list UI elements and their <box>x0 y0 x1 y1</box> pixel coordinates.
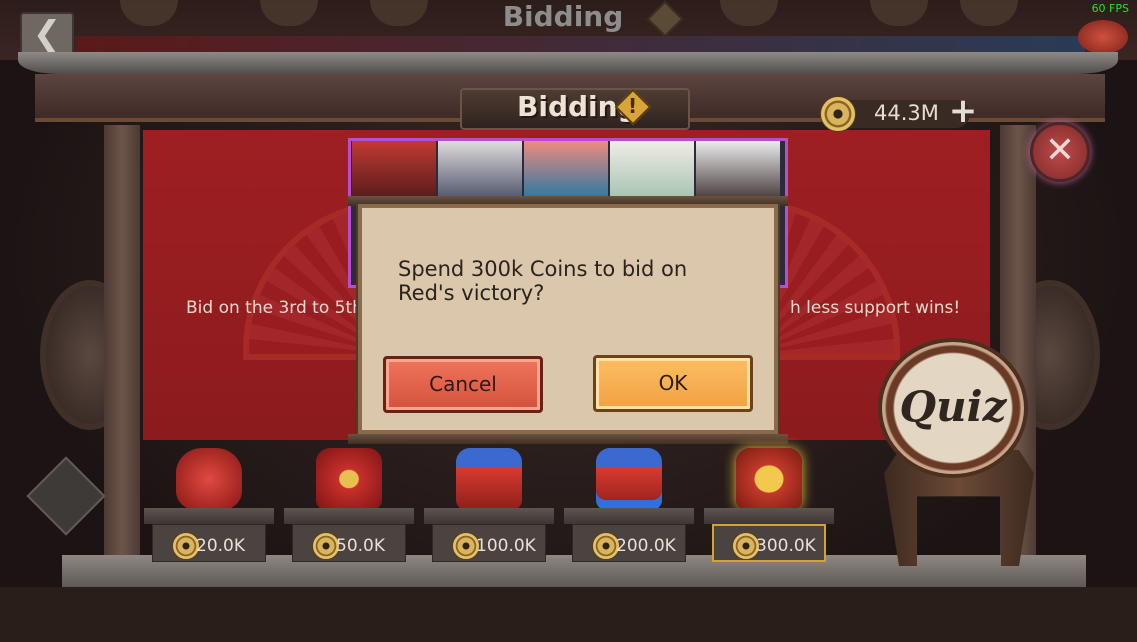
add-currency-button[interactable]: + <box>946 94 980 130</box>
gift-box-pearls-icon <box>596 448 662 510</box>
close-button[interactable]: ✕ <box>1030 122 1090 182</box>
bid-tier-300k[interactable]: 300.0K <box>704 440 834 565</box>
tier-shelf <box>144 508 274 524</box>
roof-beam <box>18 52 1118 74</box>
tier-shelf <box>284 508 414 524</box>
quiz-label: Quiz <box>899 382 1007 431</box>
tier-shelf <box>704 508 834 524</box>
cancel-button[interactable]: Cancel <box>383 356 543 413</box>
header-title: Bidding <box>502 0 624 33</box>
tier-price: 50.0K <box>336 536 385 556</box>
coin-icon <box>820 96 856 132</box>
tier-price: 100.0K <box>476 536 536 556</box>
bid-tier-50k[interactable]: 50.0K <box>284 440 414 565</box>
floor <box>0 587 1137 642</box>
currency-amount: 44.3M <box>874 101 939 125</box>
contestant-portrait[interactable] <box>610 141 694 197</box>
dialog-message: Spend 300k Coins to bid on Red's victory… <box>398 257 688 305</box>
bid-tier-200k[interactable]: 200.0K <box>564 440 694 565</box>
red-pouch-icon <box>176 448 242 510</box>
close-icon: ✕ <box>1044 130 1076 171</box>
tier-price: 200.0K <box>616 536 676 556</box>
pillar-left <box>104 125 140 565</box>
tier-price: 20.0K <box>196 536 245 556</box>
bid-tier-20k[interactable]: 20.0K <box>144 440 274 565</box>
tier-shelf <box>564 508 694 524</box>
gold-bag-icon <box>316 448 382 510</box>
contestant-portrait[interactable] <box>696 141 780 197</box>
contestant-portrait[interactable] <box>524 141 608 197</box>
contestant-portrait[interactable] <box>438 141 522 197</box>
gift-box-icon <box>456 448 522 510</box>
back-arrow-icon: ❮ <box>32 14 62 54</box>
plus-icon: + <box>948 91 978 131</box>
info-mark: ! <box>628 94 638 118</box>
contestant-portrait[interactable] <box>352 141 436 197</box>
menu-orb-icon[interactable] <box>1078 20 1128 54</box>
treasure-chest-icon <box>736 448 802 510</box>
fps-counter: 60 FPS <box>1091 2 1129 15</box>
tier-shelf <box>424 508 554 524</box>
bid-tier-100k[interactable]: 100.0K <box>424 440 554 565</box>
banner-text-right: h less support wins! <box>790 298 961 318</box>
tier-price: 300.0K <box>756 536 816 556</box>
banner-text-left: Bid on the 3rd to 5th <box>186 298 363 318</box>
ok-button[interactable]: OK <box>593 355 753 412</box>
